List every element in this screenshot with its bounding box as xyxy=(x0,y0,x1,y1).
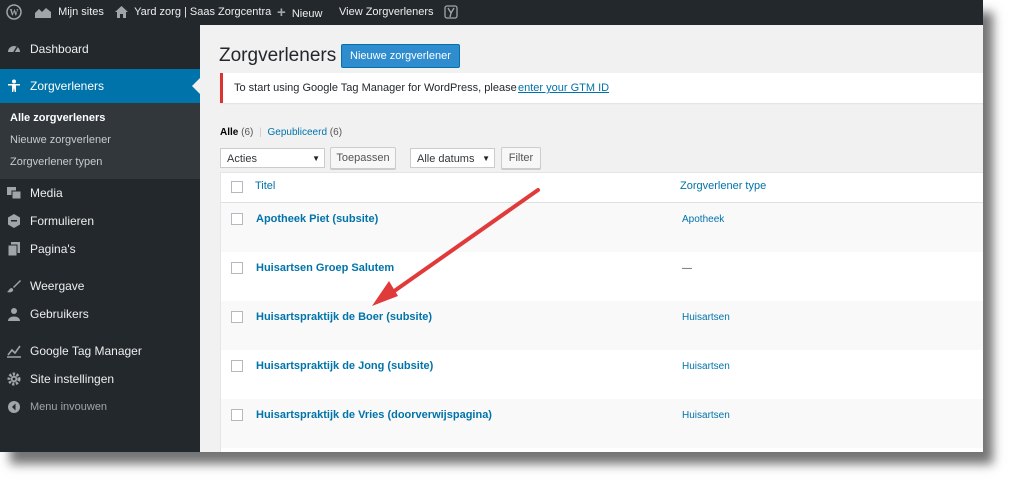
sidebar-item-label: Media xyxy=(30,186,63,200)
person-icon xyxy=(8,79,20,92)
submenu-new-zorgverlener[interactable]: Nieuwe zorgverlener xyxy=(10,134,111,146)
row-checkbox[interactable] xyxy=(231,311,243,323)
brush-icon xyxy=(7,280,21,293)
filter-published-count: (6) xyxy=(329,127,343,138)
sidebar-item-google-tag-manager[interactable]: Google Tag Manager xyxy=(0,338,200,364)
svg-text:W: W xyxy=(10,8,19,18)
collapse-menu-button[interactable]: Menu invouwen xyxy=(0,394,200,420)
row-checkbox[interactable] xyxy=(231,409,243,421)
sites-icon xyxy=(34,6,52,18)
bulk-actions-value: Acties xyxy=(227,153,257,165)
my-sites-menu[interactable]: Mijn sites xyxy=(34,0,104,25)
sidebar-item-gebruikers[interactable]: Gebruikers xyxy=(0,301,200,327)
sidebar-item-zorgverleners[interactable]: Zorgverleners xyxy=(0,69,200,103)
plus-icon: + xyxy=(277,4,286,21)
column-header-title[interactable]: Titel xyxy=(255,180,275,192)
new-zorgverlener-button[interactable]: Nieuwe zorgverlener xyxy=(341,44,460,68)
select-all-checkbox[interactable] xyxy=(231,181,243,193)
row-title-link[interactable]: Huisartspraktijk de Vries (doorverwijspa… xyxy=(256,409,492,421)
sidebar-item-label: Pagina's xyxy=(30,242,76,256)
table-header: Titel Zorgverlener type xyxy=(221,173,983,203)
view-link[interactable]: View Zorgverleners xyxy=(339,0,434,25)
screen: W Mijn sites Yard zorg | Saas Zorgcentra… xyxy=(0,0,983,452)
sidebar-item-label: Zorgverleners xyxy=(30,79,105,93)
sidebar-item-label: Google Tag Manager xyxy=(30,344,142,358)
sidebar-item-formulieren[interactable]: Formulieren xyxy=(0,208,200,234)
chevron-down-icon: ▼ xyxy=(482,154,490,163)
row-type-empty: — xyxy=(682,263,692,274)
gtm-notice: To start using Google Tag Manager for Wo… xyxy=(220,73,983,103)
row-type-link[interactable]: Huisartsen xyxy=(682,312,730,323)
filter-all-count: (6) xyxy=(241,127,254,138)
row-title-link[interactable]: Huisartsen Groep Salutem xyxy=(256,262,394,274)
collapse-icon xyxy=(8,401,20,413)
my-sites-label: Mijn sites xyxy=(58,6,104,18)
row-title-link[interactable]: Apotheek Piet (subsite) xyxy=(256,213,378,225)
sidebar-item-label: Weergave xyxy=(30,279,85,293)
row-title-link[interactable]: Huisartspraktijk de Boer (subsite) xyxy=(256,311,432,323)
notice-text: To start using Google Tag Manager for Wo… xyxy=(234,82,517,94)
sidebar-item-dashboard[interactable]: Dashboard xyxy=(0,36,200,62)
column-header-type[interactable]: Zorgverlener type xyxy=(680,180,766,192)
status-filters: Alle (6) | Gepubliceerd (6) xyxy=(220,127,342,138)
main-content: Zorgverleners Nieuwe zorgverlener To sta… xyxy=(200,25,983,452)
sidebar-item-site-instellingen[interactable]: Site instellingen xyxy=(0,366,200,392)
sidebar-item-label: Site instellingen xyxy=(30,372,115,386)
table-row: Huisartspraktijk de Boer (subsite) Huisa… xyxy=(221,301,983,350)
sidebar-item-label: Gebruikers xyxy=(30,307,89,321)
zorgverleners-submenu: Alle zorgverleners Nieuwe zorgverlener Z… xyxy=(0,103,200,179)
yoast-icon[interactable] xyxy=(444,0,458,25)
pages-icon xyxy=(7,242,20,256)
table-row: Huisartspraktijk de Vries (doorverwijspa… xyxy=(221,399,983,448)
sidebar-item-paginas[interactable]: Pagina's xyxy=(0,236,200,262)
row-title-link[interactable]: Huisartspraktijk de Jong (subsite) xyxy=(256,360,433,372)
site-name-menu[interactable]: Yard zorg | Saas Zorgcentra xyxy=(115,0,271,25)
table-row: Huisartsen Groep Salutem — xyxy=(221,252,983,301)
table-row: Huisartspraktijk de Jong (subsite) Huisa… xyxy=(221,350,983,399)
row-checkbox[interactable] xyxy=(231,262,243,274)
row-type-link[interactable]: Huisartsen xyxy=(682,361,730,372)
posts-table: Titel Zorgverlener type Apotheek Piet (s… xyxy=(220,172,983,452)
filter-published[interactable]: Gepubliceerd xyxy=(268,127,327,138)
gear-icon xyxy=(7,372,21,386)
home-icon xyxy=(115,6,128,19)
dashboard-icon xyxy=(8,46,20,53)
filter-button[interactable]: Filter xyxy=(501,147,541,169)
table-row: Apotheek Piet (subsite) Apotheek xyxy=(221,203,983,252)
gtm-id-link[interactable]: enter your GTM ID xyxy=(518,73,609,103)
row-type-link[interactable]: Huisartsen xyxy=(682,410,730,421)
date-filter-value: Alle datums xyxy=(417,153,475,165)
filter-all[interactable]: Alle xyxy=(220,127,238,138)
admin-bar: W Mijn sites Yard zorg | Saas Zorgcentra… xyxy=(0,0,983,25)
chevron-down-icon: ▼ xyxy=(312,154,320,163)
sidebar-item-weergave[interactable]: Weergave xyxy=(0,273,200,299)
admin-sidebar: Dashboard Zorgverleners Alle zorgverlene… xyxy=(0,25,200,452)
current-page-arrow xyxy=(192,78,200,94)
bulk-actions-select[interactable]: Acties ▼ xyxy=(220,148,325,168)
row-type-link[interactable]: Apotheek xyxy=(682,214,724,225)
row-checkbox[interactable] xyxy=(231,213,243,225)
new-content-menu[interactable]: + Nieuw xyxy=(277,0,322,25)
row-checkbox[interactable] xyxy=(231,360,243,372)
chart-icon xyxy=(7,345,21,358)
filter-separator: | xyxy=(259,127,262,138)
forms-icon xyxy=(8,214,20,228)
sidebar-item-media[interactable]: Media xyxy=(0,180,200,206)
sidebar-item-label: Formulieren xyxy=(30,214,95,228)
date-filter-select[interactable]: Alle datums ▼ xyxy=(410,148,495,168)
submenu-zorgverlener-typen[interactable]: Zorgverlener typen xyxy=(10,156,102,168)
users-icon xyxy=(8,308,20,321)
apply-button[interactable]: Toepassen xyxy=(330,147,396,169)
media-icon xyxy=(7,187,21,200)
page-title: Zorgverleners xyxy=(219,45,337,66)
sidebar-item-label: Menu invouwen xyxy=(30,401,108,413)
wordpress-logo-icon[interactable]: W xyxy=(6,0,22,25)
submenu-all-zorgverleners[interactable]: Alle zorgverleners xyxy=(10,112,105,124)
new-label: Nieuw xyxy=(291,8,323,20)
sidebar-item-label: Dashboard xyxy=(30,42,89,56)
site-name-label: Yard zorg | Saas Zorgcentra xyxy=(134,6,272,18)
